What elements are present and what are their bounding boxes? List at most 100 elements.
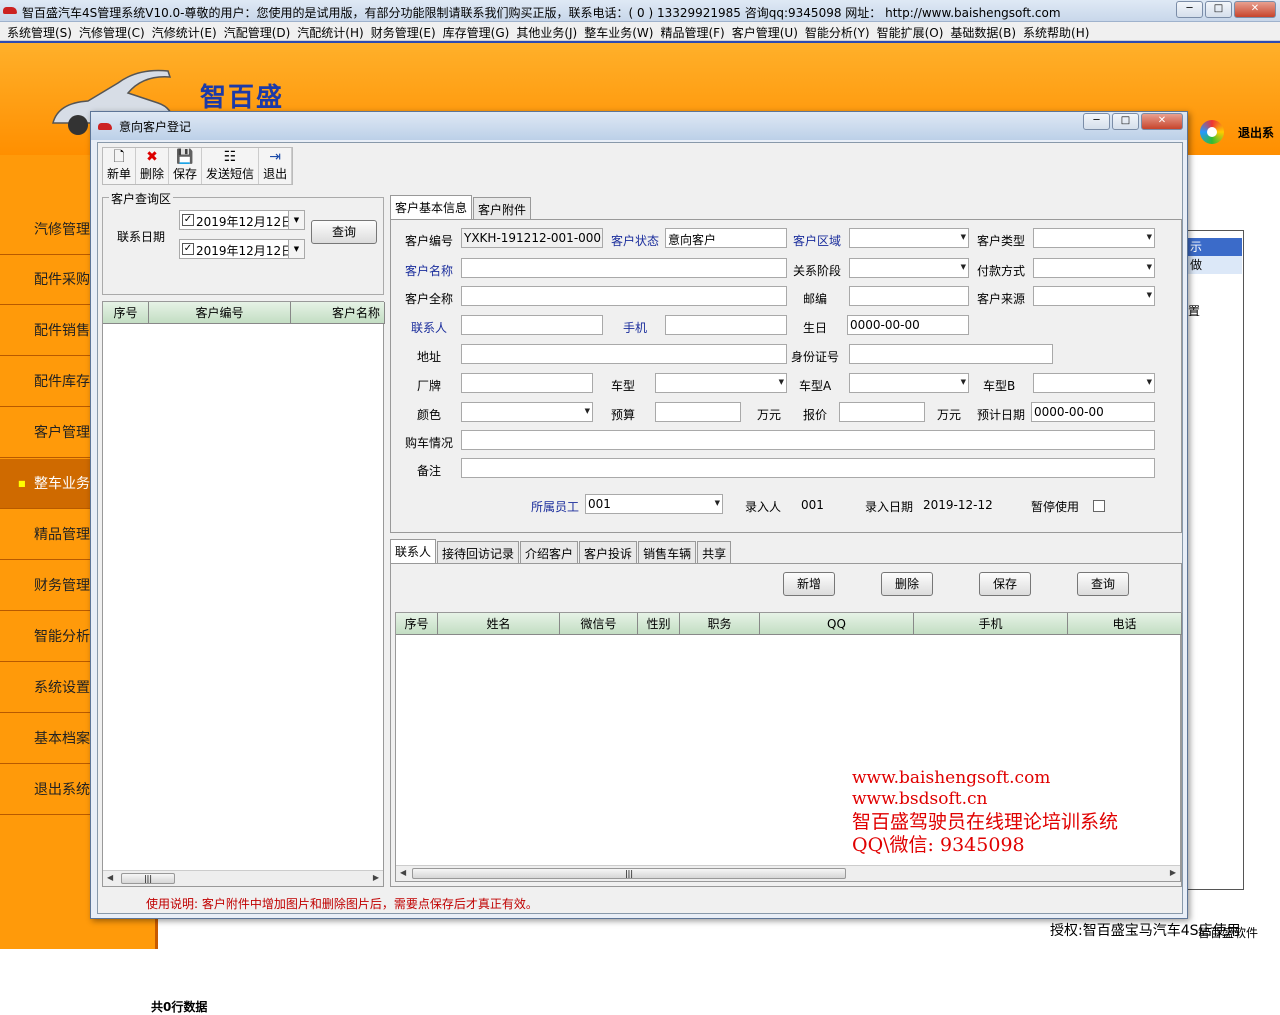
tab-attachments[interactable]: 客户附件: [473, 197, 532, 219]
dialog-close-button[interactable]: ✕: [1141, 113, 1183, 130]
menu-parts[interactable]: 汽配管理(D): [224, 22, 298, 40]
customer-no-field[interactable]: YXKH-191212-001-0001: [461, 228, 603, 248]
maximize-button[interactable]: □: [1205, 1, 1232, 18]
zip-field[interactable]: [849, 286, 969, 306]
contact-hscroll[interactable]: ◀ ||| ▶: [396, 865, 1180, 881]
query-button[interactable]: 查询: [311, 220, 377, 244]
tab-sold-vehicles[interactable]: 销售车辆: [638, 541, 697, 563]
menu-extension[interactable]: 智能扩展(O): [877, 22, 951, 40]
payment-select[interactable]: [1033, 258, 1155, 278]
background-item-1[interactable]: 示: [1186, 238, 1242, 256]
remark-field[interactable]: [461, 458, 1155, 478]
pause-checkbox[interactable]: [1093, 500, 1105, 512]
remark-label: 备注: [417, 464, 442, 478]
date-from-checkbox[interactable]: ✓: [182, 214, 194, 226]
fullname-field[interactable]: [461, 286, 787, 306]
dialog-titlebar: 意向客户登记 ─ □ ✕: [91, 112, 1187, 140]
scroll-thumb[interactable]: |||: [412, 868, 846, 879]
background-item-3[interactable]: 置: [1188, 302, 1200, 319]
close-button[interactable]: ✕: [1234, 1, 1276, 18]
menu-repair[interactable]: 汽修管理(C): [79, 22, 152, 40]
budget-field[interactable]: [655, 402, 741, 422]
menu-base-data[interactable]: 基础数据(B): [950, 22, 1023, 40]
minimize-button[interactable]: ─: [1176, 1, 1203, 18]
col-customer-no[interactable]: 客户编号: [149, 302, 291, 323]
menu-parts-stats[interactable]: 汽配统计(H): [297, 22, 370, 40]
quote-field[interactable]: [839, 402, 925, 422]
tab-share[interactable]: 共享: [697, 541, 732, 563]
idcard-field[interactable]: [849, 344, 1053, 364]
menu-boutique[interactable]: 精品管理(F): [660, 22, 731, 40]
menu-inventory[interactable]: 库存管理(G): [443, 22, 517, 40]
chevron-down-icon[interactable]: ▼: [288, 211, 304, 229]
col-gender[interactable]: 性别: [638, 613, 680, 634]
menu-repair-stats[interactable]: 汽修统计(E): [152, 22, 224, 40]
scroll-thumb[interactable]: |||: [121, 873, 175, 884]
scroll-left-icon[interactable]: ◀: [107, 873, 113, 882]
save-button[interactable]: 💾 保存: [169, 148, 203, 184]
tab-contacts[interactable]: 联系人: [390, 539, 437, 563]
name-field[interactable]: [461, 258, 787, 278]
col-position[interactable]: 职务: [680, 613, 760, 634]
menu-system[interactable]: 系统管理(S): [7, 22, 79, 40]
tab-complaints[interactable]: 客户投诉: [579, 541, 638, 563]
customer-no-label: 客户编号: [405, 234, 454, 248]
query-contact-button[interactable]: 查询: [1077, 572, 1129, 596]
date-to-checkbox[interactable]: ✓: [182, 243, 194, 255]
delete-button[interactable]: ✖ 删除: [136, 148, 170, 184]
menu-other[interactable]: 其他业务(J): [516, 22, 584, 40]
col-seq[interactable]: 序号: [103, 302, 149, 323]
scroll-left-icon[interactable]: ◀: [400, 868, 406, 877]
new-button[interactable]: 🗋 新单: [103, 148, 137, 184]
col-phone[interactable]: 电话: [1068, 613, 1182, 634]
col-name[interactable]: 姓名: [438, 613, 560, 634]
region-select[interactable]: [849, 228, 969, 248]
col-wechat[interactable]: 微信号: [560, 613, 638, 634]
tab-basic-info[interactable]: 客户基本信息: [390, 195, 473, 219]
tab-visit-records[interactable]: 接待回访记录: [437, 541, 520, 563]
date-from-picker[interactable]: ✓ 2019年12月12日 ▼: [179, 210, 305, 230]
stage-select[interactable]: [849, 258, 969, 278]
staff-select[interactable]: 001: [585, 494, 723, 514]
brand-field[interactable]: [461, 373, 593, 393]
save-contact-button[interactable]: 保存: [979, 572, 1031, 596]
expected-date-field[interactable]: 0000-00-00: [1031, 402, 1155, 422]
col-seq[interactable]: 序号: [396, 613, 438, 634]
contact-field[interactable]: [461, 315, 603, 335]
scroll-right-icon[interactable]: ▶: [1170, 868, 1176, 877]
address-field[interactable]: [461, 344, 787, 364]
background-item-2[interactable]: 做: [1186, 256, 1242, 274]
date-to-picker[interactable]: ✓ 2019年12月12日 ▼: [179, 239, 305, 259]
chevron-down-icon[interactable]: ▼: [288, 240, 304, 258]
exit-button[interactable]: ⇥ 退出: [259, 148, 293, 184]
app-titlebar: 智百盛汽车4S管理系统V10.0-尊敬的用户：您使用的是试用版，有部分功能限制请…: [0, 0, 1280, 22]
tab-referrals[interactable]: 介绍客户: [520, 541, 579, 563]
col-mobile[interactable]: 手机: [914, 613, 1068, 634]
purchase-field[interactable]: [461, 430, 1155, 450]
dialog-maximize-button[interactable]: □: [1112, 113, 1139, 130]
menu-vehicle[interactable]: 整车业务(W): [584, 22, 660, 40]
col-customer-name[interactable]: 客户名称: [291, 302, 385, 323]
exit-system-icon[interactable]: [1200, 120, 1224, 144]
col-qq[interactable]: QQ: [760, 613, 914, 634]
menu-finance[interactable]: 财务管理(E): [371, 22, 443, 40]
color-select[interactable]: [461, 402, 593, 422]
birthday-field[interactable]: 0000-00-00: [847, 315, 969, 335]
model-a-select[interactable]: [849, 373, 969, 393]
left-hscroll[interactable]: ◀ ||| ▶: [103, 870, 383, 886]
exit-system-label[interactable]: 退出系: [1238, 124, 1274, 141]
model-b-select[interactable]: [1033, 373, 1155, 393]
menu-customer[interactable]: 客户管理(U): [732, 22, 805, 40]
send-sms-button[interactable]: ☷ 发送短信: [202, 148, 260, 184]
menu-analysis[interactable]: 智能分析(Y): [805, 22, 877, 40]
type-select[interactable]: [1033, 228, 1155, 248]
delete-contact-button[interactable]: 删除: [881, 572, 933, 596]
menu-help[interactable]: 系统帮助(H): [1023, 22, 1096, 40]
scroll-right-icon[interactable]: ▶: [373, 873, 379, 882]
model-select[interactable]: [655, 373, 787, 393]
status-field[interactable]: 意向客户: [665, 228, 787, 248]
dialog-minimize-button[interactable]: ─: [1083, 113, 1110, 130]
source-select[interactable]: [1033, 286, 1155, 306]
add-contact-button[interactable]: 新增: [783, 572, 835, 596]
mobile-field[interactable]: [665, 315, 787, 335]
